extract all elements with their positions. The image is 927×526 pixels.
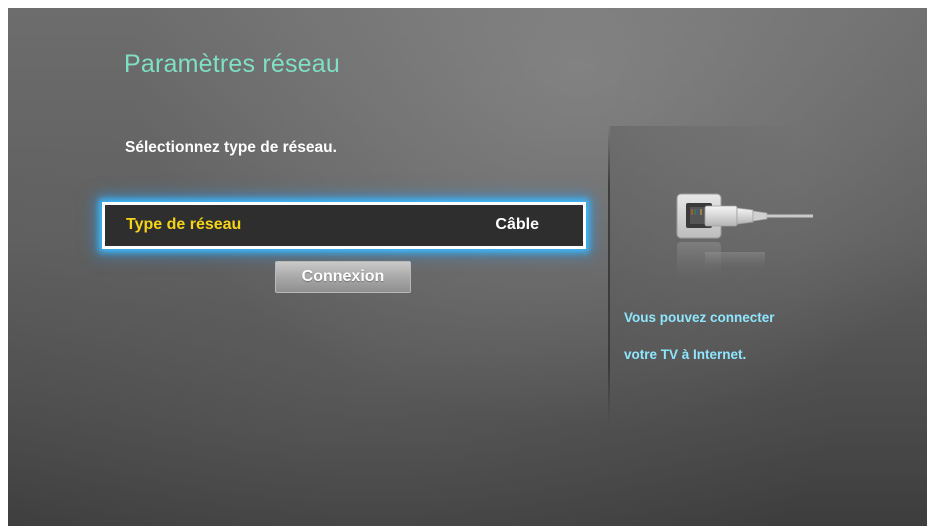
info-text-line1: Vous pouvez connecter — [624, 310, 775, 325]
panel-divider — [608, 126, 610, 426]
connect-button[interactable]: Connexion — [275, 261, 411, 293]
tv-screen: Paramètres réseau Sélectionnez type de r… — [8, 8, 927, 526]
info-text-line2: votre TV à Internet. — [624, 347, 747, 362]
ethernet-cable-icon — [676, 193, 813, 278]
page-title: Paramètres réseau — [124, 50, 340, 78]
network-type-label: Type de réseau — [126, 216, 242, 233]
network-type-selector[interactable]: Type de réseau Câble — [102, 202, 586, 249]
network-type-value: Câble — [495, 216, 539, 233]
instruction-text: Sélectionnez type de réseau. — [125, 139, 337, 156]
